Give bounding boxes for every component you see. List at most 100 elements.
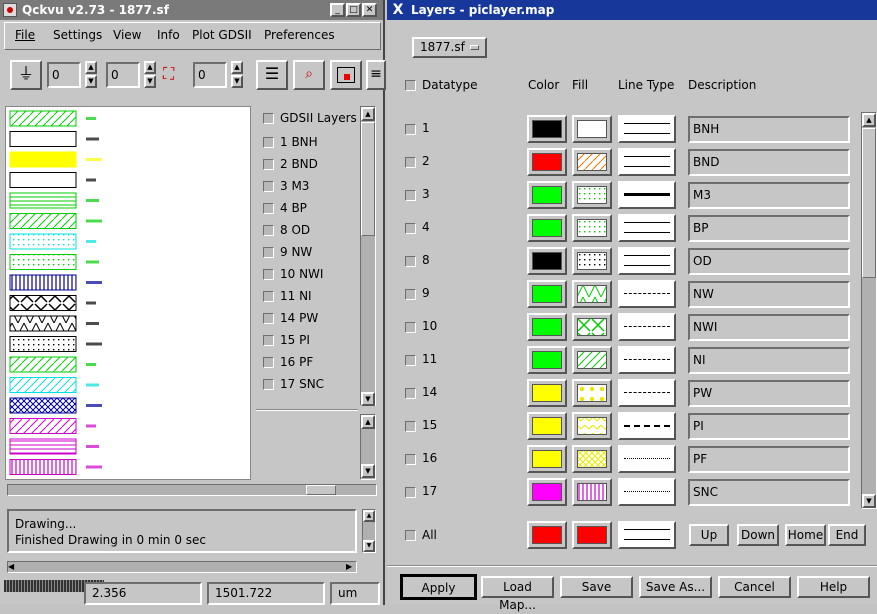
all-color-button[interactable] [527,521,567,549]
row-description-field[interactable]: NWI [688,314,850,341]
menu-file[interactable]: File [15,28,35,42]
message-hscroll-right[interactable]: ▶ [346,562,352,571]
row-fill-button[interactable] [572,115,612,143]
message-scroll-up[interactable]: ▲ [363,510,375,522]
row-fill-button[interactable] [572,181,612,209]
hscroll-thumb[interactable] [306,485,336,495]
filter-icon[interactable]: ⏚ [10,60,42,90]
row-linetype-button[interactable] [618,115,676,143]
message-scroll-down[interactable]: ▼ [363,540,375,552]
layer-checkbox[interactable] [263,269,274,280]
save-as-button[interactable]: Save As... [639,576,712,598]
row-linetype-button[interactable] [618,379,676,407]
row-color-button[interactable] [527,115,567,143]
row-fill-button[interactable] [572,247,612,275]
all-checkbox[interactable] [405,530,416,541]
message-hscrollbar[interactable] [7,561,357,573]
home-button[interactable]: Home [785,524,826,546]
row-checkbox[interactable] [405,157,416,168]
row-fill-button[interactable] [572,412,612,440]
menu-plot-gdsii[interactable]: Plot GDSII [192,28,252,42]
row-linetype-button[interactable] [618,346,676,374]
row-description-field[interactable]: PI [688,413,850,440]
row-checkbox[interactable] [405,487,416,498]
scroll-thumb[interactable] [361,122,375,236]
maximize-button[interactable]: □ [346,3,361,17]
layer-checkbox[interactable] [263,335,274,346]
row-description-field[interactable]: BP [688,215,850,242]
row-fill-button[interactable] [572,313,612,341]
rows-scroll-up[interactable]: ▲ [862,113,876,127]
row-linetype-button[interactable] [618,313,676,341]
row-fill-button[interactable] [572,379,612,407]
rows-scroll-thumb[interactable] [862,128,876,278]
row-linetype-button[interactable] [618,148,676,176]
row-color-button[interactable] [527,181,567,209]
menu-preferences[interactable]: Preferences [264,28,335,42]
scroll-up-arrow[interactable]: ▲ [361,107,375,121]
row-fill-button[interactable] [572,346,612,374]
row-checkbox[interactable] [405,289,416,300]
row-linetype-button[interactable] [618,478,676,506]
rows-scroll-down[interactable]: ▼ [862,494,876,508]
spin-up-1[interactable]: ▲ [85,61,97,74]
lower-scroll-down[interactable]: ▼ [361,464,375,478]
gdsii-layers-checkbox[interactable] [263,113,274,124]
apply-button[interactable]: Apply [400,574,477,600]
list-icon[interactable]: ≡ [366,60,386,90]
row-color-button[interactable] [527,214,567,242]
load-map-button[interactable]: Load Map... [481,576,554,612]
all-linetype-button[interactable] [618,521,676,549]
legend-canvas[interactable] [5,106,251,480]
fit-view-icon[interactable] [330,60,362,90]
row-linetype-button[interactable] [618,247,676,275]
row-fill-button[interactable] [572,280,612,308]
help-button[interactable]: Help [797,576,870,598]
all-fill-button[interactable] [572,521,612,549]
row-description-field[interactable]: NI [688,347,850,374]
row-color-button[interactable] [527,478,567,506]
menu-settings[interactable]: Settings [53,28,102,42]
layer-checkbox[interactable] [263,225,274,236]
spin-field-1[interactable]: 0 [47,62,81,88]
row-description-field[interactable]: M3 [688,182,850,209]
row-description-field[interactable]: PF [688,446,850,473]
scroll-down-arrow[interactable]: ▼ [361,392,375,406]
row-fill-button[interactable] [572,478,612,506]
minimize-button[interactable]: _ [330,3,345,17]
row-description-field[interactable]: BND [688,149,850,176]
spin-field-2[interactable]: 0 [106,62,140,88]
row-linetype-button[interactable] [618,181,676,209]
row-fill-button[interactable] [572,214,612,242]
menu-view[interactable]: View [113,28,141,42]
cancel-button[interactable]: Cancel [718,576,791,598]
row-description-field[interactable]: SNC [688,479,850,506]
row-checkbox[interactable] [405,223,416,234]
layer-checkbox[interactable] [263,313,274,324]
row-description-field[interactable]: OD [688,248,850,275]
row-description-field[interactable]: BNH [688,116,850,143]
layer-checkbox[interactable] [263,137,274,148]
datatype-checkbox[interactable] [405,80,416,91]
row-description-field[interactable]: NW [688,281,850,308]
row-linetype-button[interactable] [618,445,676,473]
row-linetype-button[interactable] [618,214,676,242]
layer-checkbox[interactable] [263,291,274,302]
down-button[interactable]: Down [737,524,779,546]
row-checkbox[interactable] [405,355,416,366]
layer-checkbox[interactable] [263,159,274,170]
spin-down-3[interactable]: ▼ [231,75,243,88]
row-color-button[interactable] [527,247,567,275]
row-color-button[interactable] [527,445,567,473]
row-linetype-button[interactable] [618,412,676,440]
spin-up-3[interactable]: ▲ [231,61,243,74]
file-option-menu[interactable]: 1877.sf [412,37,487,58]
layer-checkbox[interactable] [263,247,274,258]
message-hscroll-left[interactable]: ◀ [8,562,14,571]
zoom-hierarchy-icon[interactable]: ⌕ [293,60,325,90]
row-color-button[interactable] [527,346,567,374]
row-checkbox[interactable] [405,190,416,201]
save-button[interactable]: Save [560,576,633,598]
row-checkbox[interactable] [405,256,416,267]
hierarchy-icon[interactable]: ⛶ [163,60,187,88]
